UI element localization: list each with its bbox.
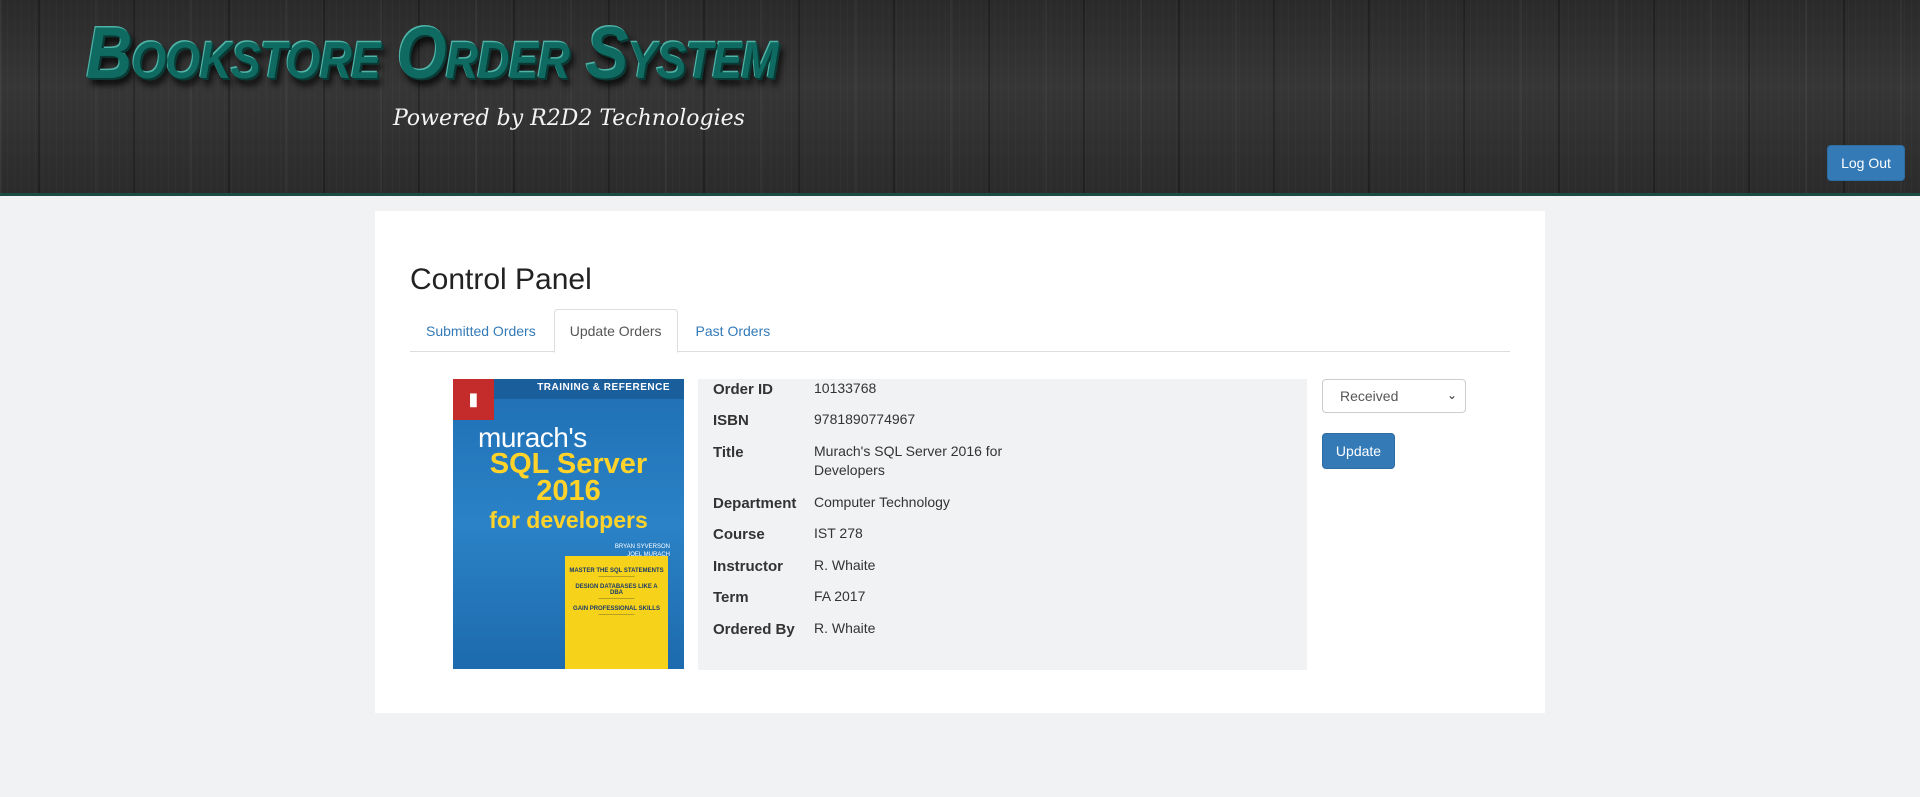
detail-value: Murach's SQL Server 2016 for Developers [814, 443, 1003, 478]
control-panel: Control Panel Submitted Orders Update Or… [375, 211, 1545, 713]
detail-value: 10133768 [814, 380, 877, 396]
detail-value: IST 278 [814, 525, 863, 541]
detail-label: Department [713, 495, 797, 512]
detail-label: Instructor [713, 558, 784, 575]
cover-title-line2: 2016 [536, 475, 601, 507]
detail-value: R. Whaite [814, 557, 876, 573]
detail-label: ISBN [713, 412, 749, 429]
cover-feature-text: ———————— [598, 596, 635, 601]
detail-value: FA 2017 [814, 588, 866, 604]
update-button[interactable]: Update [1322, 433, 1395, 469]
cover-title: SQL Server 2016 [453, 450, 684, 507]
page-title: Control Panel [410, 263, 592, 296]
cover-feature-box: MASTER THE SQL STATEMENTS ———————— DESIG… [565, 556, 668, 669]
publisher-logo-icon: ▮ [453, 379, 494, 420]
detail-label: Term [713, 589, 749, 606]
cover-feature-text: ———————— [598, 612, 635, 617]
status-selected-value: Received [1340, 388, 1399, 404]
detail-label: Course [713, 526, 765, 543]
site-header: Bookstore Order System Powered by R2D2 T… [0, 0, 1920, 196]
order-details: Order ID 10133768 ISBN 9781890774967 Tit… [698, 379, 1307, 670]
detail-label: Order ID [713, 381, 774, 398]
cover-author: BRYAN SYVERSON [614, 544, 670, 550]
tab-bar: Submitted Orders Update Orders Past Orde… [410, 309, 1510, 353]
tab-past-orders[interactable]: Past Orders [680, 309, 787, 352]
logout-button[interactable]: Log Out [1827, 145, 1905, 181]
site-subtitle: Powered by R2D2 Technologies [393, 106, 745, 131]
detail-value: Computer Technology [814, 494, 950, 510]
book-cover-image: TRAINING & REFERENCE ▮ murach's SQL Serv… [453, 379, 684, 669]
cover-feature-heading: DESIGN DATABASES LIKE A DBA [575, 584, 658, 596]
detail-label: Title [713, 444, 744, 461]
tab-submitted-orders[interactable]: Submitted Orders [410, 309, 552, 352]
detail-value: R. Whaite [814, 620, 876, 636]
tab-update-orders[interactable]: Update Orders [553, 309, 678, 353]
status-select[interactable]: Received ⌄ [1322, 379, 1466, 413]
site-title: Bookstore Order System [86, 11, 778, 94]
cover-feature-text: ———————— [598, 574, 635, 579]
chevron-down-icon: ⌄ [1446, 388, 1457, 402]
detail-label: Ordered By [713, 621, 795, 638]
detail-value: 9781890774967 [814, 411, 916, 427]
cover-title-line3: for developers [489, 507, 648, 533]
